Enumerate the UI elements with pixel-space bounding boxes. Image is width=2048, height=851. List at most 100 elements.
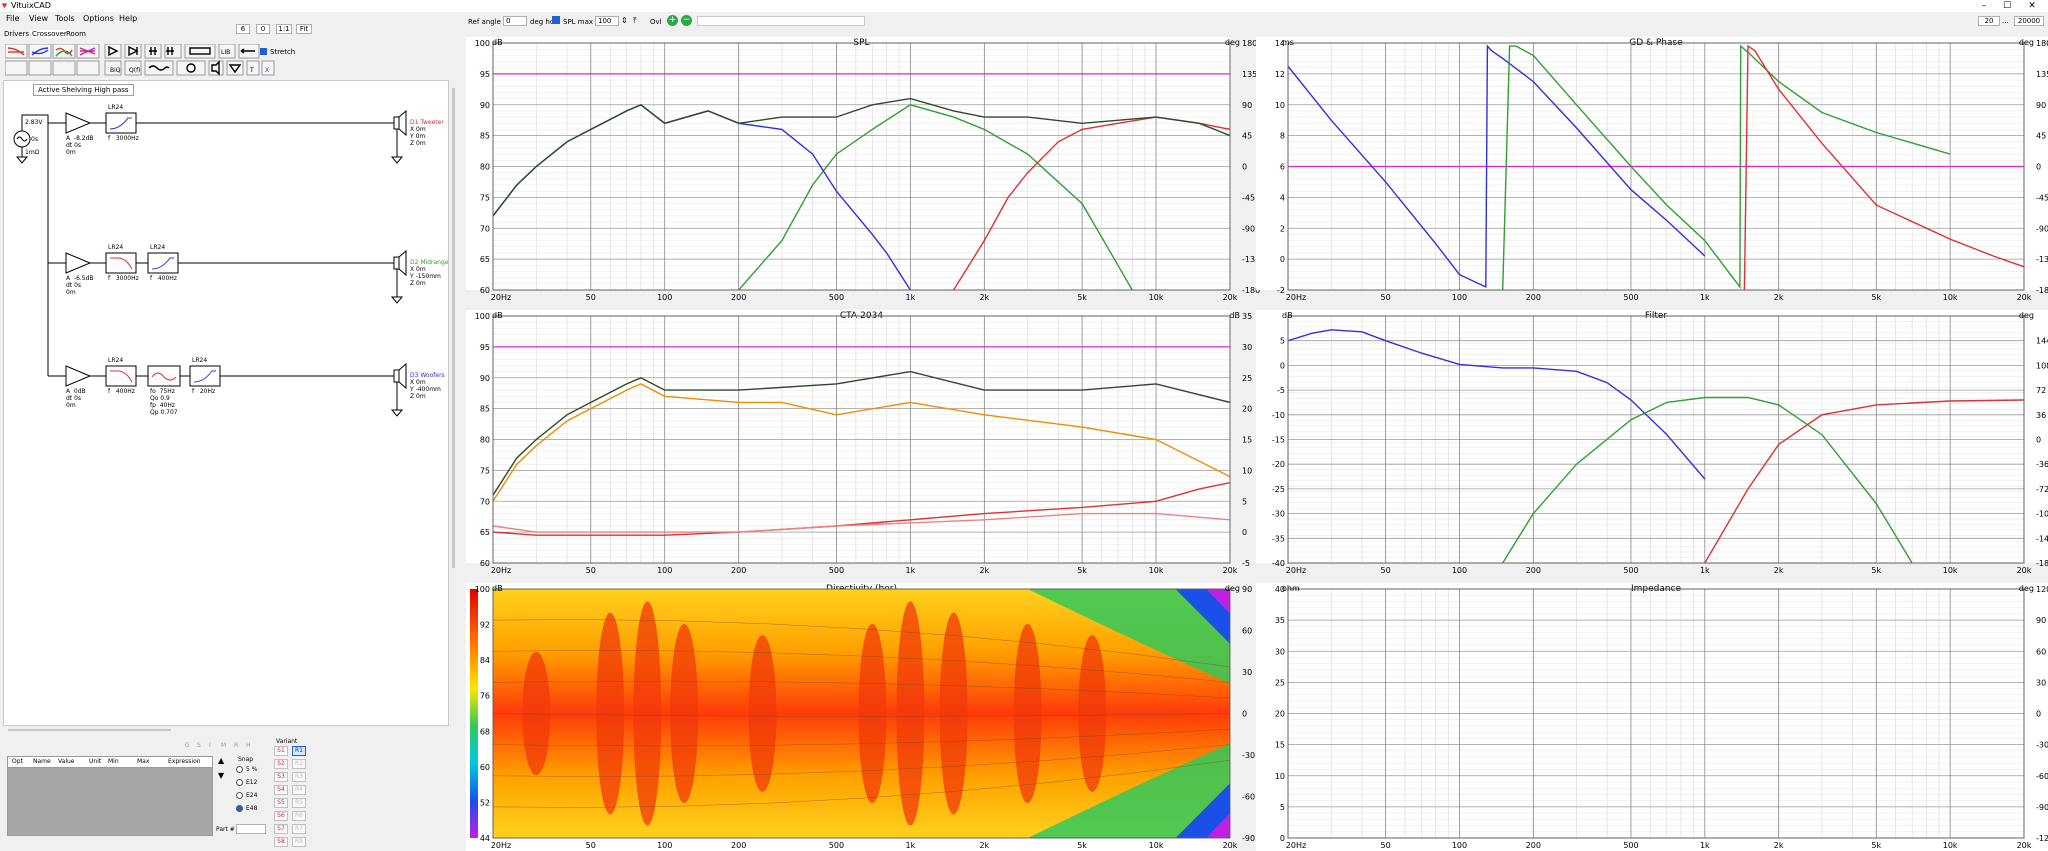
x-tick-label: 200 <box>731 293 746 302</box>
x-tick-label: 200 <box>1526 293 1541 302</box>
move-down-icon[interactable]: ▼ <box>218 771 224 780</box>
variant-button-r4[interactable]: R4 <box>292 785 306 795</box>
driver-3-name[interactable]: D3 Woofers <box>410 372 445 379</box>
tab-drivers[interactable]: Drivers <box>4 30 29 38</box>
filter-3-2-text[interactable]: fo 75Hz Qo 0.9 fp 40Hz Qp 0.707 <box>150 388 178 416</box>
filter-2-1-text[interactable]: f 3000Hz <box>108 275 139 282</box>
variant-button-s4[interactable]: S4 <box>274 785 288 795</box>
variant-button-s1[interactable]: S1 <box>274 746 288 756</box>
y-tick-label: 90 <box>480 374 490 383</box>
menu-help[interactable]: Help <box>119 14 137 23</box>
snap-radio-icon[interactable] <box>236 779 243 786</box>
tab-room[interactable]: Room <box>66 30 86 38</box>
snap-option-0[interactable]: 5 % <box>236 766 257 773</box>
tab-crossover[interactable]: Crossover <box>30 30 69 38</box>
variant-button-s2[interactable]: S2 <box>274 759 288 769</box>
x-tick-label: 20Hz <box>491 566 511 575</box>
tool-g[interactable]: G <box>185 742 190 749</box>
add-overlay-icon[interactable]: + <box>667 15 678 26</box>
zoom-fit-button[interactable]: Fit <box>296 24 312 34</box>
variant-button-r2[interactable]: R2 <box>292 759 306 769</box>
variant-button-r8[interactable]: R8 <box>292 837 306 847</box>
y2-tick-label: 10 <box>1242 466 1252 475</box>
variant-button-r1[interactable]: R1 <box>292 746 306 756</box>
menu-file[interactable]: File <box>6 14 19 23</box>
gain-block-2-text[interactable]: A -6.5dB dt 0s 0m <box>66 275 94 296</box>
filter-1-1-text[interactable]: f 3000Hz <box>108 135 139 142</box>
chart-cta-2034[interactable]: CTA-2034 100 95 90 85 80 75 70 65 60 35 30 25 20 15 10 5… <box>466 310 1252 575</box>
zoom-field-2[interactable]: 0 <box>256 24 270 34</box>
menu-options[interactable]: Options <box>83 14 114 23</box>
x-tick-label: 10k <box>1943 293 1958 302</box>
ref-angle-input[interactable]: 0 <box>503 16 527 26</box>
y-tick-label: 85 <box>480 405 490 414</box>
x-tick-label: 20Hz <box>1286 841 1306 850</box>
snap-option-1[interactable]: E12 <box>236 779 257 786</box>
schematic-scrollbar[interactable] <box>452 88 455 568</box>
parts-table[interactable]: Opt Name Value Unit Min Max Expression <box>7 756 213 836</box>
heatmap-blue-top <box>1175 589 1230 644</box>
variant-button-r6[interactable]: R6 <box>292 811 306 821</box>
spl-max-checkbox[interactable] <box>552 16 560 24</box>
spl-max-input[interactable]: 100 <box>595 16 619 26</box>
variant-button-s6[interactable]: S6 <box>274 811 288 821</box>
gain-block-3-text[interactable]: A 0dB dt 0s 0m <box>66 388 86 409</box>
plot-title: Impedance <box>1631 584 1682 594</box>
scale-tick-label: 68 <box>480 727 490 736</box>
x-tick-label: 5k <box>1871 841 1881 850</box>
heatmap-lobe-3 <box>670 623 699 804</box>
x-tick-label: 10k <box>1943 566 1958 575</box>
driver-1-name[interactable]: D1 Tweeter <box>410 119 444 126</box>
maximize-button[interactable]: ☐ <box>1999 0 2015 12</box>
part-number-input[interactable] <box>236 824 266 834</box>
freq-min-input[interactable]: 20 <box>1978 16 2000 26</box>
menu-view[interactable]: View <box>29 14 48 23</box>
zoom-1to1-button[interactable]: 1:1 <box>276 24 292 34</box>
x-tick-label: 20k <box>2017 293 2032 302</box>
tool-m[interactable]: M <box>221 742 226 749</box>
stretch-checkbox[interactable] <box>260 48 267 55</box>
spl-stepper-icon[interactable]: ⇕ <box>621 16 628 25</box>
variant-button-s8[interactable]: S8 <box>274 837 288 847</box>
y2-tick-label: -90 <box>1242 224 1255 233</box>
minimize-button[interactable]: – <box>1976 0 1992 12</box>
menu-tools[interactable]: Tools <box>55 14 75 23</box>
x-tick-label: 500 <box>1623 566 1638 575</box>
variant-button-r7[interactable]: R7 <box>292 824 306 834</box>
variant-button-r5[interactable]: R5 <box>292 798 306 808</box>
variant-button-r3[interactable]: R3 <box>292 772 306 782</box>
tool-h[interactable]: H <box>246 742 251 749</box>
close-button[interactable]: ✕ <box>2024 0 2040 12</box>
driver-2-name[interactable]: D2 Midrange <box>410 259 448 266</box>
tool-r[interactable]: R <box>234 742 238 749</box>
y-tick-label: 6 <box>1280 163 1285 172</box>
chart-directivity-hor-[interactable]: Directivity (hor) 100 92 84 76 68 60 52 44 90 60 30… <box>466 583 1255 851</box>
snap-radio-icon[interactable] <box>236 805 243 812</box>
filter-3-3-text[interactable]: f 20Hz <box>192 388 215 395</box>
overlay-input[interactable] <box>697 16 865 26</box>
snap-option-2[interactable]: E24 <box>236 792 257 799</box>
chart-spl[interactable]: SPL 100 95 90 85 80 75 70 65 60 180 135 90 45 0 -45 -90 -… <box>466 37 1260 302</box>
variant-button-s7[interactable]: S7 <box>274 824 288 834</box>
snap-radio-icon[interactable] <box>236 766 243 773</box>
snap-radio-icon[interactable] <box>236 792 243 799</box>
tool-i[interactable]: I <box>209 742 211 749</box>
variant-button-s5[interactable]: S5 <box>274 798 288 808</box>
chart-filter[interactable]: Filter50-5-10-15-20-25-30-35-40144108723… <box>1256 310 2048 575</box>
remove-overlay-icon[interactable]: − <box>681 15 692 26</box>
move-up-icon[interactable]: ▲ <box>218 756 224 765</box>
filter-3-1-text[interactable]: f 400Hz <box>108 388 135 395</box>
schematic-hscrollbar[interactable] <box>8 729 171 731</box>
y2-tick-label: -144 <box>2036 534 2048 543</box>
snap-option-3[interactable]: E48 <box>236 805 257 812</box>
filter-2-2-text[interactable]: f 400Hz <box>150 275 177 282</box>
variant-button-s3[interactable]: S3 <box>274 772 288 782</box>
spl-auto-icon[interactable]: ⤒ <box>633 16 637 26</box>
zoom-field-1[interactable]: 6 <box>236 24 250 34</box>
tool-s[interactable]: S <box>197 742 201 749</box>
chart-impedance[interactable]: Impedance40353025201510501209060300-30-6… <box>1256 583 2048 851</box>
chart-gd-phase[interactable]: GD & Phase 14 12 10 8 6 4 2 0 -2 180 135 90 45 0 -45 -90… <box>1256 37 2048 302</box>
freq-max-input[interactable]: 20000 <box>2014 16 2044 26</box>
gain-block-1-text[interactable]: A -8.2dB dt 0s 0m <box>66 135 94 156</box>
snap-option-label: E12 <box>246 779 258 786</box>
